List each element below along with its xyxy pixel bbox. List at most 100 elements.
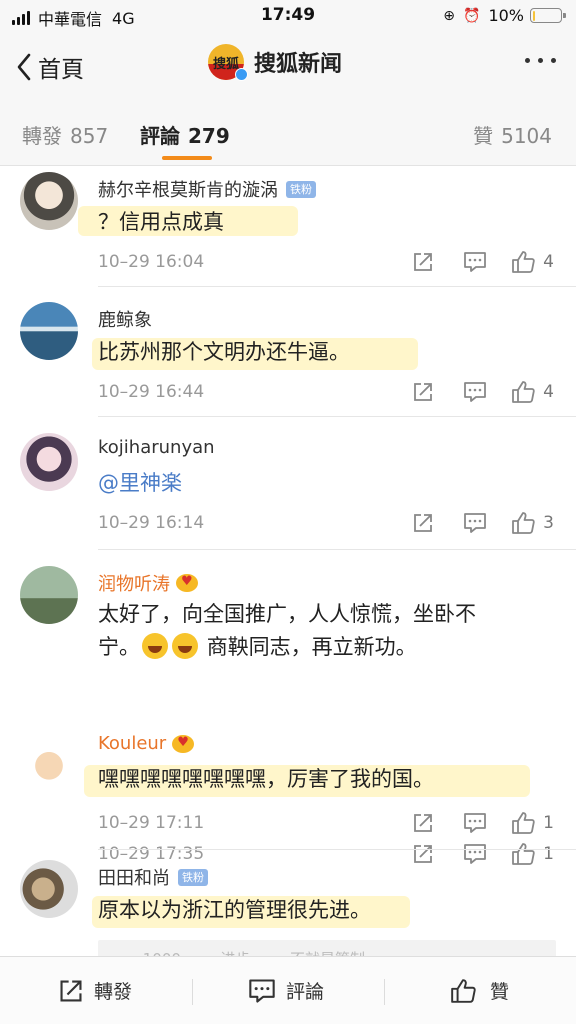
logo-text: 搜狐 — [212, 56, 239, 72]
like-label: 贊 — [490, 981, 510, 1003]
thumbs-up-icon — [512, 843, 535, 865]
divider — [98, 849, 576, 850]
tab-bar: 轉發 857 評論 279 贊 5104 — [0, 98, 576, 166]
comment-actions: 4 — [383, 250, 554, 274]
commenter-name[interactable]: Kouleur — [98, 733, 195, 754]
commenter-name[interactable]: 田田和尚 铁粉 — [98, 864, 208, 890]
comment-time: 10–29 16:04 — [98, 252, 205, 272]
tab-likes-count: 5104 — [501, 124, 552, 148]
divider — [384, 979, 385, 1005]
tab-reposts[interactable]: 轉發 857 — [22, 120, 108, 149]
back-button[interactable]: 首頁 — [16, 50, 84, 84]
thumbs-up-icon — [512, 381, 535, 403]
comment-time: 10–29 17:35 — [98, 844, 205, 864]
commenter-name[interactable]: 鹿鲸象 — [98, 306, 152, 332]
share-icon[interactable] — [411, 380, 435, 404]
avatar[interactable] — [20, 860, 78, 918]
alarm-icon: ⏰ — [463, 7, 481, 24]
avatar[interactable] — [20, 566, 78, 624]
vip-badge-icon — [176, 574, 198, 592]
comment-text-line: 太好了，向全国推广，人人惊慌，坐卧不 — [98, 602, 476, 626]
tab-likes-label: 贊 — [473, 124, 494, 148]
orientation-lock-icon: ⊕ — [443, 7, 455, 24]
like-count: 1 — [543, 844, 554, 864]
like-post-button[interactable]: 贊 — [450, 977, 509, 1004]
reply-icon[interactable] — [463, 811, 487, 835]
repost-label: 轉發 — [94, 981, 133, 1003]
verified-icon — [235, 68, 248, 81]
share-icon[interactable] — [411, 842, 435, 866]
like-button[interactable]: 1 — [511, 811, 554, 835]
like-count: 4 — [543, 252, 554, 272]
tab-comments-count: 279 — [188, 124, 230, 148]
avatar[interactable] — [20, 731, 78, 789]
status-right: ⊕ ⏰ 10% — [443, 6, 566, 25]
fan-badge: 铁粉 — [286, 180, 316, 198]
comment-time: 10–29 16:14 — [98, 513, 205, 533]
tab-likes[interactable]: 贊 5104 — [473, 120, 552, 149]
comment-text: ？信用点成真 — [98, 210, 224, 234]
comment-text-fragment: 宁。 — [98, 635, 140, 659]
divider — [192, 979, 193, 1005]
vip-badge-icon — [172, 734, 195, 753]
divider — [98, 549, 576, 550]
tab-reposts-count: 857 — [70, 124, 109, 148]
comment-actions: 3 — [383, 511, 554, 535]
active-tab-indicator — [162, 156, 212, 160]
reply-icon[interactable] — [463, 511, 487, 535]
page-title: 搜狐新闻 — [254, 52, 343, 77]
divider — [98, 286, 576, 287]
avatar[interactable] — [20, 302, 78, 360]
comment-text: 比苏州那个文明办还牛逼。 — [98, 340, 350, 364]
share-icon[interactable] — [411, 250, 435, 274]
like-button[interactable]: 1 — [511, 842, 554, 866]
commenter-name-text: 赫尔辛根莫斯肯的漩涡 — [98, 180, 278, 201]
mention-link[interactable]: @里神楽 — [98, 467, 538, 500]
commenter-name-text: 鹿鲸象 — [98, 310, 152, 331]
repost-button[interactable]: 轉發 — [58, 977, 132, 1004]
commenter-name-text: 田田和尚 — [98, 868, 170, 889]
comment-time: 10–29 17:11 — [98, 813, 205, 833]
reply-icon[interactable] — [463, 842, 487, 866]
fan-badge: 铁粉 — [178, 868, 208, 886]
battery-icon — [530, 8, 566, 23]
comment-text-line: 宁。 商鞅同志，再立新功。 — [98, 631, 538, 664]
like-count: 4 — [543, 382, 554, 402]
status-bar: 中華電信 4G 17:49 ⊕ ⏰ 10% — [0, 0, 576, 32]
share-icon[interactable] — [411, 511, 435, 535]
battery-percent: 10% — [488, 6, 524, 25]
reply-icon[interactable] — [463, 380, 487, 404]
thumbs-up-icon — [451, 978, 476, 1003]
like-button[interactable]: 3 — [511, 511, 554, 535]
comment-icon — [249, 978, 275, 1003]
tab-comments[interactable]: 評論 279 — [140, 120, 230, 149]
comment-actions: 4 — [383, 380, 554, 404]
reply-icon[interactable] — [463, 250, 487, 274]
commenter-name-text: Kouleur — [98, 733, 167, 754]
share-icon — [60, 979, 82, 1002]
thumbs-up-icon — [512, 251, 535, 273]
comment-text-fragment: 商鞅同志，再立新功。 — [206, 635, 417, 659]
comment-text: 太好了，向全国推广，人人惊慌，坐卧不 宁。 商鞅同志，再立新功。 — [98, 598, 538, 664]
comment-time: 10–29 16:44 — [98, 382, 205, 402]
avatar[interactable] — [20, 433, 78, 491]
like-button[interactable]: 4 — [511, 250, 554, 274]
comment-text: 嘿嘿嘿嘿嘿嘿嘿嘿，厉害了我的国。 — [98, 767, 434, 791]
share-icon[interactable] — [411, 811, 435, 835]
laughing-emoji-icon — [142, 633, 168, 659]
account-header[interactable]: 搜狐 搜狐新闻 — [208, 44, 343, 81]
avatar[interactable] — [20, 172, 78, 230]
comment-actions: 1 — [383, 842, 554, 866]
thumbs-up-icon — [512, 812, 535, 834]
commenter-name-text: 润物听涛 — [98, 574, 170, 595]
commenter-name[interactable]: kojiharunyan — [98, 437, 215, 458]
commenter-name[interactable]: 赫尔辛根莫斯肯的漩涡 铁粉 — [98, 176, 316, 202]
comment-button[interactable]: 評論 — [248, 977, 324, 1004]
divider — [98, 416, 576, 417]
comment-text: 原本以为浙江的管理很先进。 — [98, 898, 371, 922]
commenter-name[interactable]: 润物听涛 — [98, 570, 198, 596]
more-options-icon[interactable] — [517, 58, 556, 63]
thumbs-up-icon — [512, 512, 535, 534]
like-button[interactable]: 4 — [511, 380, 554, 404]
like-count: 3 — [543, 513, 554, 533]
